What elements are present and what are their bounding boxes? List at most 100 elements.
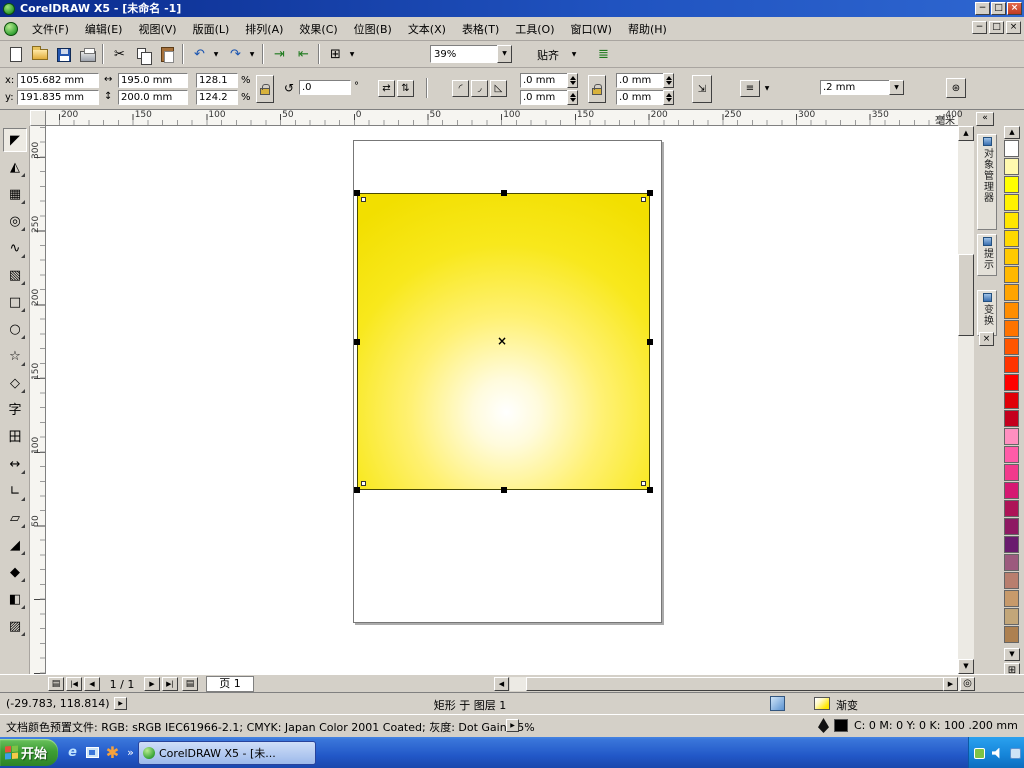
tray-icon-1[interactable] (972, 746, 986, 760)
menu-item[interactable]: 效果(C) (291, 18, 345, 40)
doc-close-button[interactable]: × (1006, 21, 1021, 34)
snap-button[interactable]: 贴齐 (528, 43, 568, 66)
profile-flyout-button[interactable]: ▶ (506, 719, 519, 732)
blend-tool[interactable]: ▱ (3, 506, 27, 530)
palette-swatch[interactable] (1004, 626, 1019, 643)
menu-item[interactable]: 帮助(H) (620, 18, 675, 40)
open-button[interactable] (28, 43, 51, 66)
object-height-input[interactable] (118, 90, 188, 105)
wrap-text-dropdown[interactable]: ▼ (761, 77, 773, 100)
scale-stroke-button[interactable]: ⇲ (692, 75, 712, 103)
copy-button[interactable] (132, 43, 155, 66)
palette-swatch[interactable] (1004, 482, 1019, 499)
scale-v-input[interactable] (196, 90, 238, 105)
undo-button[interactable]: ↶ (188, 43, 211, 66)
fill-tool[interactable]: ◧ (3, 587, 27, 611)
zoom-level-input[interactable] (430, 45, 498, 63)
palette-swatch[interactable] (1004, 392, 1019, 409)
quick-launch-chevron[interactable]: » (122, 744, 139, 761)
outline-color-swatch[interactable] (834, 719, 848, 732)
rotation-input[interactable] (299, 80, 351, 95)
palette-swatch[interactable] (1004, 284, 1019, 301)
rectangle-tool[interactable]: □ (3, 290, 27, 314)
symmetry-button[interactable]: ⊛ (946, 78, 966, 98)
vertical-scroll-thumb[interactable] (958, 254, 974, 336)
redo-button[interactable]: ↷ (224, 43, 247, 66)
volume-icon[interactable] (990, 746, 1004, 760)
first-page-button[interactable]: |◀ (66, 677, 82, 691)
zoom-tool[interactable]: ◎ (3, 209, 27, 233)
scale-h-input[interactable] (196, 73, 238, 88)
menu-item[interactable]: 文件(F) (24, 18, 77, 40)
palette-scroll-up-button[interactable]: ▲ (1004, 126, 1020, 139)
scalloped-corner-button[interactable]: ◞ (471, 80, 488, 97)
selection-handle[interactable] (647, 487, 653, 493)
selection-handle[interactable] (500, 190, 507, 196)
menu-item[interactable]: 编辑(E) (77, 18, 131, 40)
palette-swatch[interactable] (1004, 140, 1019, 157)
basic-shapes-tool[interactable]: ◇ (3, 371, 27, 395)
start-button[interactable]: 开始 (0, 739, 58, 766)
last-page-button[interactable]: ▶| (162, 677, 178, 691)
vertical-ruler[interactable]: 300 250 200 150 100 50 (30, 126, 46, 674)
object-corner-node[interactable] (361, 197, 366, 202)
zoom-level-dropdown[interactable]: ▼ (497, 45, 512, 63)
corner-radius-tr-spinner[interactable] (663, 73, 674, 88)
selection-handle[interactable] (647, 338, 653, 345)
docker-collapse-button[interactable]: « (976, 112, 994, 126)
mirror-horizontal-button[interactable]: ⇄ (378, 80, 395, 97)
palette-swatch[interactable] (1004, 320, 1019, 337)
menu-item[interactable]: 视图(V) (130, 18, 184, 40)
corner-radius-br-input[interactable] (616, 90, 664, 105)
page-sorter-button[interactable]: ▤ (48, 677, 64, 691)
launcher-dropdown[interactable]: ▼ (346, 43, 358, 66)
docker-tab[interactable]: 提示 (977, 234, 997, 276)
quick-zoom-button[interactable]: ◎ (960, 677, 975, 691)
object-corner-node[interactable] (361, 481, 366, 486)
interactive-fill-tool[interactable]: ▨ (3, 614, 27, 638)
crop-tool[interactable]: ▦ (3, 182, 27, 206)
chamfered-corner-button[interactable]: ◺ (490, 80, 507, 97)
import-button[interactable]: ⇥ (268, 43, 291, 66)
close-button[interactable]: × (1007, 2, 1022, 15)
previous-page-button[interactable]: ◀ (84, 677, 100, 691)
add-page-button[interactable]: ▤ (182, 677, 198, 691)
round-corner-button[interactable]: ◜ (452, 80, 469, 97)
menu-item[interactable]: 表格(T) (454, 18, 507, 40)
coords-flyout-button[interactable]: ▶ (114, 697, 127, 710)
lock-corners-button[interactable] (588, 75, 606, 103)
internet-explorer-icon[interactable]: e (64, 744, 81, 761)
palette-swatch[interactable] (1004, 266, 1019, 283)
selection-handle[interactable] (647, 190, 653, 196)
object-y-input[interactable] (17, 90, 99, 105)
menu-item[interactable]: 工具(O) (507, 18, 562, 40)
next-page-button[interactable]: ▶ (144, 677, 160, 691)
snap-dropdown[interactable]: ▼ (568, 43, 580, 66)
doc-minimize-button[interactable]: − (972, 21, 987, 34)
horizontal-scroll-thumb[interactable] (526, 677, 944, 691)
show-desktop-icon[interactable] (84, 744, 101, 761)
taskbar-task-button[interactable]: CorelDRAW X5 - [未... (138, 741, 316, 765)
palette-swatch[interactable] (1004, 158, 1019, 175)
vertical-scrollbar[interactable]: ▲ ▼ (958, 126, 974, 674)
export-button[interactable]: ⇤ (292, 43, 315, 66)
tray-icon-2[interactable] (1008, 746, 1022, 760)
outline-width-dropdown[interactable]: ▼ (889, 80, 904, 95)
text-tool[interactable]: 字 (3, 398, 27, 422)
palette-swatch[interactable] (1004, 554, 1019, 571)
table-tool[interactable]: 田 (3, 425, 27, 449)
drawing-canvas[interactable]: × (46, 126, 958, 674)
palette-swatch[interactable] (1004, 428, 1019, 445)
palette-swatch[interactable] (1004, 230, 1019, 247)
mirror-vertical-button[interactable]: ⇅ (397, 80, 414, 97)
corner-radius-bl-spinner[interactable] (567, 90, 578, 105)
palette-swatch[interactable] (1004, 356, 1019, 373)
options-button[interactable]: ≣ (592, 43, 615, 66)
menu-item[interactable]: 位图(B) (346, 18, 400, 40)
palette-swatch[interactable] (1004, 410, 1019, 427)
quick-launch-icon[interactable]: ✱ (104, 743, 121, 762)
outline-width-input[interactable] (820, 80, 890, 95)
corner-radius-br-spinner[interactable] (663, 90, 674, 105)
scroll-right-button[interactable]: ▶ (943, 677, 958, 691)
doc-restore-button[interactable]: □ (989, 21, 1004, 34)
